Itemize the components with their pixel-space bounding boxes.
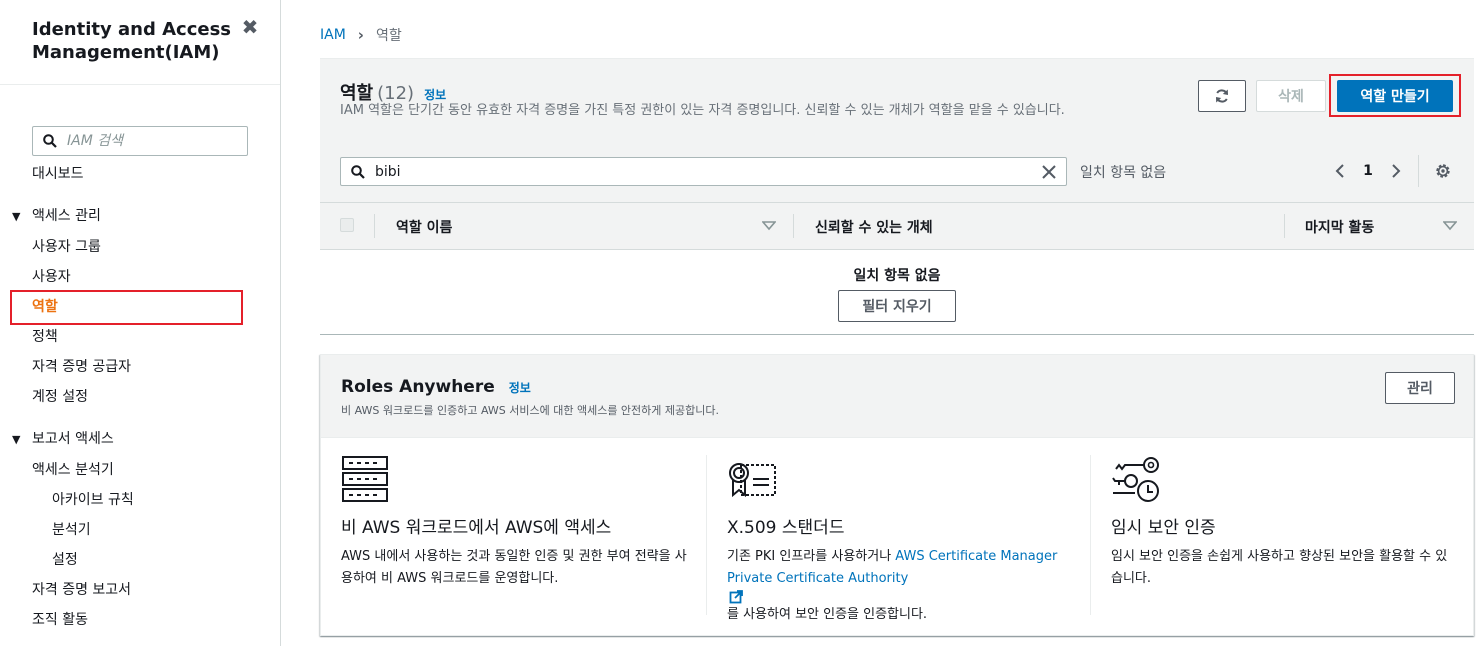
roles-anywhere-panel: Roles Anywhere 정보 비 AWS 워크로드를 인증하고 AWS 서비… (320, 354, 1474, 636)
roles-anywhere-title: Roles Anywhere 정보 (341, 377, 531, 397)
sidebar-section-label: 액세스 관리 (32, 208, 101, 224)
sidebar-search[interactable] (32, 126, 248, 156)
caret-down-icon: ▼ (12, 433, 21, 446)
roles-table-header: 역할 이름 신뢰할 수 있는 개체 마지막 활동 (320, 202, 1474, 250)
keys-clock-icon (1112, 457, 1159, 502)
highlight-box-roles (10, 290, 243, 325)
feature-text: 기존 PKI 인프라를 사용하거나 AWS Certificate Manage… (727, 546, 1072, 626)
feature-title: 비 AWS 워크로드에서 AWS에 액세스 (341, 518, 612, 538)
column-divider (1284, 214, 1285, 238)
search-icon (351, 164, 365, 179)
external-link-icon[interactable] (729, 590, 743, 604)
manage-button[interactable]: 관리 (1385, 372, 1455, 404)
sidebar-item-identity-providers[interactable]: 자격 증명 공급자 (32, 358, 131, 376)
sidebar-item-archive-rules[interactable]: 아카이브 규칙 (52, 491, 134, 509)
roles-info-link[interactable]: 정보 (424, 88, 446, 102)
panel-divider (320, 334, 1474, 335)
roles-filter-input[interactable] (375, 163, 1025, 180)
sidebar-item-user-groups[interactable]: 사용자 그룹 (32, 238, 101, 256)
feature-x509: X.509 스탠더드 기존 PKI 인프라를 사용하거나 AWS Certifi… (727, 455, 1072, 622)
sidebar-item-dashboard[interactable]: 대시보드 (32, 165, 84, 183)
breadcrumb: IAM › 역할 (320, 25, 402, 45)
section-title: Roles Anywhere (341, 377, 495, 397)
caret-down-icon: ▼ (12, 210, 21, 223)
sidebar-section-label: 보고서 액세스 (32, 431, 114, 447)
column-trusted-entities[interactable]: 신뢰할 수 있는 개체 (815, 217, 933, 237)
sidebar-divider (0, 84, 280, 85)
column-last-activity[interactable]: 마지막 활동 (1305, 217, 1374, 237)
chevron-right-icon[interactable] (1386, 159, 1406, 183)
sidebar-item-credential-report[interactable]: 자격 증명 보고서 (32, 581, 131, 599)
sidebar-item-account-settings[interactable]: 계정 설정 (32, 388, 88, 406)
sort-icon[interactable] (762, 221, 776, 231)
delete-button[interactable]: 삭제 (1256, 80, 1326, 112)
chevron-left-icon[interactable] (1330, 159, 1350, 183)
roles-anywhere-description: 비 AWS 워크로드를 인증하고 AWS 서비스에 대한 액세스를 안전하게 제… (341, 404, 720, 417)
sidebar-item-access-analyzer[interactable]: 액세스 분석기 (32, 461, 114, 479)
roles-panel: 역할 (12) 정보 IAM 역할은 단기간 동안 유효한 자격 증명을 가진 특정… (320, 58, 1474, 335)
server-icon (342, 456, 388, 502)
roles-description: IAM 역할은 단기간 동안 유효한 자격 증명을 가진 특정 권한이 있는 자… (340, 103, 1065, 118)
close-icon[interactable]: ✖ (241, 17, 259, 37)
roles-anywhere-info-link[interactable]: 정보 (509, 381, 531, 395)
sidebar-item-analyzer-settings[interactable]: 설정 (52, 551, 78, 569)
sidebar-section-access-management[interactable]: ▼ 액세스 관리 (12, 207, 101, 226)
clear-filter-button[interactable]: 필터 지우기 (838, 290, 956, 322)
sidebar-item-policies[interactable]: 정책 (32, 328, 58, 346)
refresh-button[interactable] (1198, 80, 1246, 112)
feature-text-part: 를 사용하여 보안 인증을 인증합니다. (727, 607, 928, 622)
certificate-icon (729, 463, 776, 498)
column-role-name[interactable]: 역할 이름 (396, 217, 452, 237)
sidebar-item-users[interactable]: 사용자 (32, 268, 71, 286)
column-divider (793, 214, 794, 238)
select-all-checkbox[interactable] (340, 218, 354, 232)
feature-temporary-credentials: 임시 보안 인증 임시 보안 인증을 손쉽게 사용하고 향상된 보안을 활용할 … (1111, 455, 1456, 615)
clear-icon[interactable] (1040, 163, 1058, 181)
pagination: 1 (1330, 159, 1406, 183)
sidebar-item-organization-activity[interactable]: 조직 활동 (32, 611, 88, 629)
empty-state-text: 일치 항목 없음 (853, 268, 941, 284)
breadcrumb-current: 역할 (375, 28, 402, 44)
feature-non-aws-workloads: 비 AWS 워크로드에서 AWS에 액세스 AWS 내에서 사용하는 것과 동일… (341, 455, 691, 615)
breadcrumb-iam[interactable]: IAM (320, 27, 346, 43)
feature-text: AWS 내에서 사용하는 것과 동일한 인증 및 권한 부여 전략을 사용하여 … (341, 549, 687, 586)
sidebar-item-analyzers[interactable]: 분석기 (52, 521, 91, 539)
search-icon (43, 134, 57, 148)
feature-text-part: 기존 PKI 인프라를 사용하거나 (727, 549, 896, 564)
sidebar: Identity and Access Management(IAM) ✖ 대시… (0, 0, 281, 646)
chevron-right-icon: › (357, 26, 364, 44)
sidebar-search-input[interactable] (67, 133, 227, 149)
roles-filter[interactable] (340, 157, 1067, 186)
sort-icon[interactable] (1443, 221, 1457, 231)
page-number[interactable]: 1 (1350, 163, 1386, 179)
refresh-icon (1216, 89, 1228, 103)
feature-text: 임시 보안 인증을 손쉽게 사용하고 향상된 보안을 활용할 수 있습니다. (1111, 549, 1448, 586)
sidebar-title[interactable]: Identity and Access Management(IAM) (32, 18, 232, 64)
highlight-box-create-role (1329, 74, 1461, 117)
feature-title: 임시 보안 인증 (1111, 518, 1216, 538)
feature-title: X.509 스탠더드 (727, 518, 845, 538)
column-divider (374, 214, 375, 238)
match-count-text: 일치 항목 없음 (1080, 165, 1167, 181)
sidebar-section-access-reports[interactable]: ▼ 보고서 액세스 (12, 430, 114, 449)
pager-divider (1418, 155, 1419, 187)
column-divider (1090, 455, 1091, 615)
column-divider (706, 455, 707, 615)
gear-icon[interactable] (1433, 161, 1453, 181)
